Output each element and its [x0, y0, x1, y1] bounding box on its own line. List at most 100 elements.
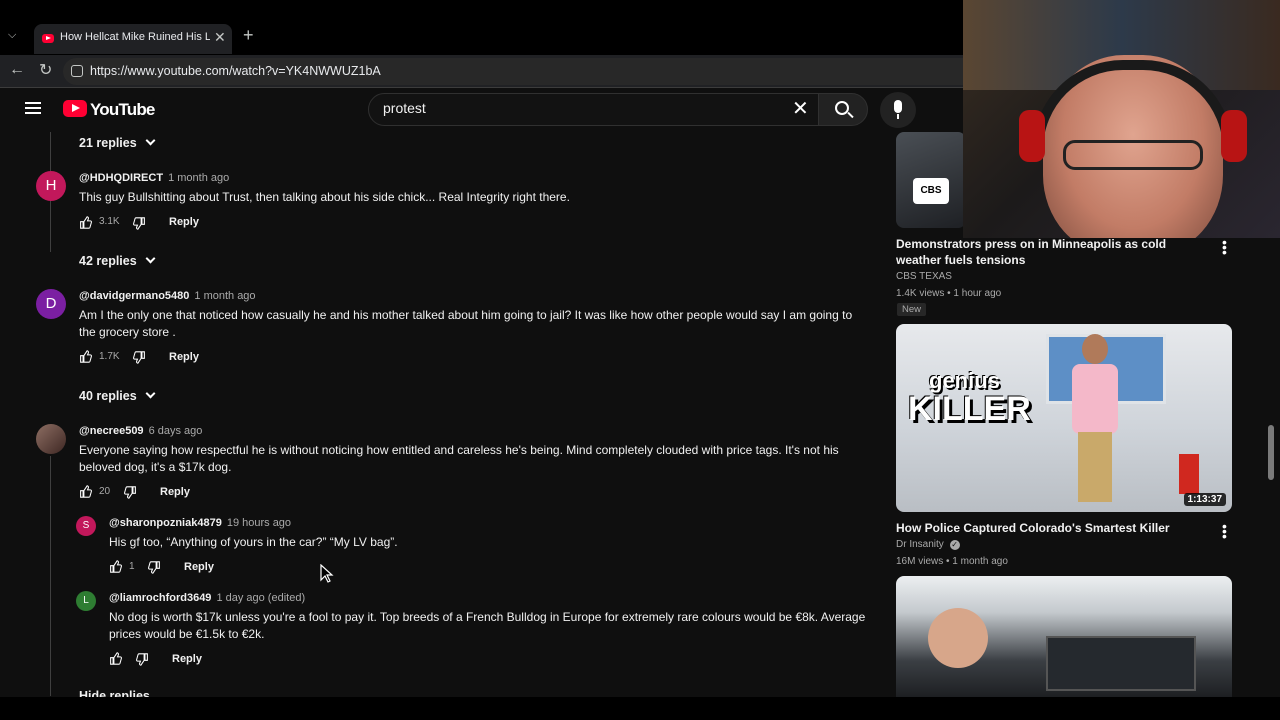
comment-time[interactable]: 1 month ago	[168, 172, 229, 184]
video-thumbnail[interactable]	[896, 576, 1232, 697]
thumbs-down-icon[interactable]	[124, 486, 137, 499]
voice-search-button[interactable]	[880, 92, 916, 128]
video-title[interactable]: How Police Captured Colorado's Smartest …	[896, 520, 1196, 536]
verified-check-icon: ✓	[949, 540, 960, 550]
channel-name-text[interactable]: Dr Insanity	[896, 539, 944, 550]
reply-button[interactable]: Reply	[160, 486, 190, 498]
video-title[interactable]: Demonstrators press on in Minneapolis as…	[896, 236, 1196, 268]
search-input[interactable]	[383, 100, 783, 116]
thumbs-up-icon[interactable]	[79, 350, 92, 363]
reply-button[interactable]: Reply	[169, 216, 199, 228]
replies-count: 21 replies	[79, 136, 137, 150]
replies-count: 42 replies	[79, 254, 137, 268]
scrollbar-thumb[interactable]	[1268, 425, 1274, 480]
thumbnail-head	[1082, 334, 1108, 364]
hide-replies-label: Hide replies	[79, 689, 150, 697]
thumbs-up-icon[interactable]	[79, 485, 92, 498]
thumbs-up-icon[interactable]	[109, 652, 122, 665]
reply-button[interactable]: Reply	[169, 351, 199, 363]
glasses-icon	[1063, 140, 1203, 170]
site-info-icon[interactable]	[71, 65, 83, 77]
back-arrow-icon[interactable]: ←	[9, 61, 25, 79]
thumbs-down-icon[interactable]	[133, 351, 146, 364]
address-bar[interactable]: https://www.youtube.com/watch?v=YK4NWWUZ…	[63, 58, 1063, 85]
comment-author[interactable]: @liamrochford3649 1 day ago (edited)	[109, 592, 305, 604]
comment-author[interactable]: @davidgermano5480 1 month ago	[79, 290, 256, 302]
comment-time[interactable]: 1 month ago	[194, 290, 255, 302]
clear-search-icon[interactable]: ✕	[792, 96, 809, 121]
microphone-icon	[894, 100, 902, 113]
comment-text: No dog is worth $17k unless you're a foo…	[109, 610, 866, 641]
hide-replies-button[interactable]: Hide replies	[79, 689, 150, 697]
thumbnail-cockpit-panel	[1046, 636, 1196, 691]
search-icon-handle	[847, 111, 854, 119]
author-name[interactable]: @sharonpozniak4879	[109, 517, 222, 529]
avatar[interactable]: D	[36, 289, 66, 319]
thumbs-up-icon[interactable]	[79, 216, 92, 229]
comment-text: Everyone saying how respectful he is wit…	[79, 443, 839, 474]
author-name[interactable]: @liamrochford3649	[109, 592, 211, 604]
author-name[interactable]: @davidgermano5480	[79, 290, 189, 302]
video-meta: 16M views • 1 month ago	[896, 556, 1008, 567]
avatar[interactable]: S	[76, 516, 96, 536]
view-replies-button[interactable]: 42 replies	[79, 253, 156, 268]
new-tab-plus-icon[interactable]: +	[243, 25, 254, 46]
tab-title: How Hellcat Mike Ruined His Life	[60, 31, 210, 43]
close-tab-icon[interactable]: ✕	[214, 29, 226, 46]
reply-button[interactable]: Reply	[172, 653, 202, 665]
thumbs-down-icon[interactable]	[136, 653, 149, 666]
channel-name[interactable]: CBS TEXAS	[896, 271, 952, 282]
search-box[interactable]	[368, 93, 823, 126]
thumbs-down-icon[interactable]	[148, 561, 161, 574]
thread-line	[50, 456, 51, 696]
avatar[interactable]	[36, 424, 66, 454]
view-replies-button[interactable]: 21 replies	[79, 135, 156, 150]
like-count: 3.1K	[99, 216, 120, 227]
thumbnail-legs	[1078, 432, 1112, 502]
comment-author[interactable]: @sharonpozniak4879 19 hours ago	[109, 517, 291, 529]
address-url: https://www.youtube.com/watch?v=YK4NWWUZ…	[90, 64, 381, 78]
video-duration: 1:13:37	[1183, 493, 1226, 506]
comment-text: This guy Bullshitting about Trust, then …	[79, 190, 570, 204]
thumbs-down-icon[interactable]	[133, 217, 146, 230]
like-count: 1.7K	[99, 351, 120, 362]
video-thumbnail[interactable]: CBS	[896, 132, 966, 228]
browser-tab[interactable]: How Hellcat Mike Ruined His Life ✕	[34, 24, 232, 54]
search-button[interactable]	[818, 93, 868, 126]
author-name[interactable]: @HDHQDIRECT	[79, 172, 163, 184]
thumbnail-red-object	[1179, 454, 1199, 494]
replies-count: 40 replies	[79, 389, 137, 403]
youtube-logo-icon[interactable]	[63, 100, 87, 117]
reload-icon[interactable]: ↻	[39, 60, 52, 80]
more-vert-icon[interactable]: • • •	[1222, 235, 1227, 259]
like-count: 1	[129, 561, 135, 572]
hamburger-menu-icon[interactable]	[25, 102, 41, 114]
comment-time[interactable]: 1 day ago (edited)	[216, 592, 305, 604]
like-count: 20	[99, 486, 111, 497]
mouse-cursor-icon	[320, 564, 334, 583]
comments-section: 21 replies H @HDHQDIRECT 1 month ago This…	[0, 132, 890, 697]
comment-text: His gf too, “Anything of yours in the ca…	[109, 535, 398, 549]
webcam-overlay	[963, 0, 1280, 238]
comment-time[interactable]: 19 hours ago	[227, 517, 291, 529]
avatar[interactable]: H	[36, 171, 66, 201]
thumbnail-person	[1072, 364, 1118, 434]
author-name[interactable]: @necree509	[79, 425, 144, 437]
view-replies-button[interactable]: 40 replies	[79, 388, 156, 403]
video-thumbnail[interactable]: genius KILLER 1:13:37	[896, 324, 1232, 512]
channel-name[interactable]: Dr Insanity ✓	[896, 539, 960, 550]
more-vert-icon[interactable]: • • •	[1222, 519, 1227, 543]
tab-search-chevron-icon[interactable]: ⌵	[8, 29, 16, 42]
comment-author[interactable]: @HDHQDIRECT 1 month ago	[79, 172, 229, 184]
reply-button[interactable]: Reply	[184, 561, 214, 573]
thumbs-up-icon[interactable]	[109, 560, 122, 573]
youtube-favicon-icon	[42, 34, 54, 43]
video-meta: 1.4K views • 1 hour ago	[896, 288, 1002, 299]
avatar[interactable]: L	[76, 591, 96, 611]
bottom-edge	[0, 697, 1280, 720]
comment-author[interactable]: @necree509 6 days ago	[79, 425, 202, 437]
new-badge: New	[897, 303, 927, 316]
thumbnail-pilot	[928, 608, 988, 668]
comment-time[interactable]: 6 days ago	[149, 425, 203, 437]
youtube-logo-text[interactable]: YouTube	[90, 100, 155, 120]
